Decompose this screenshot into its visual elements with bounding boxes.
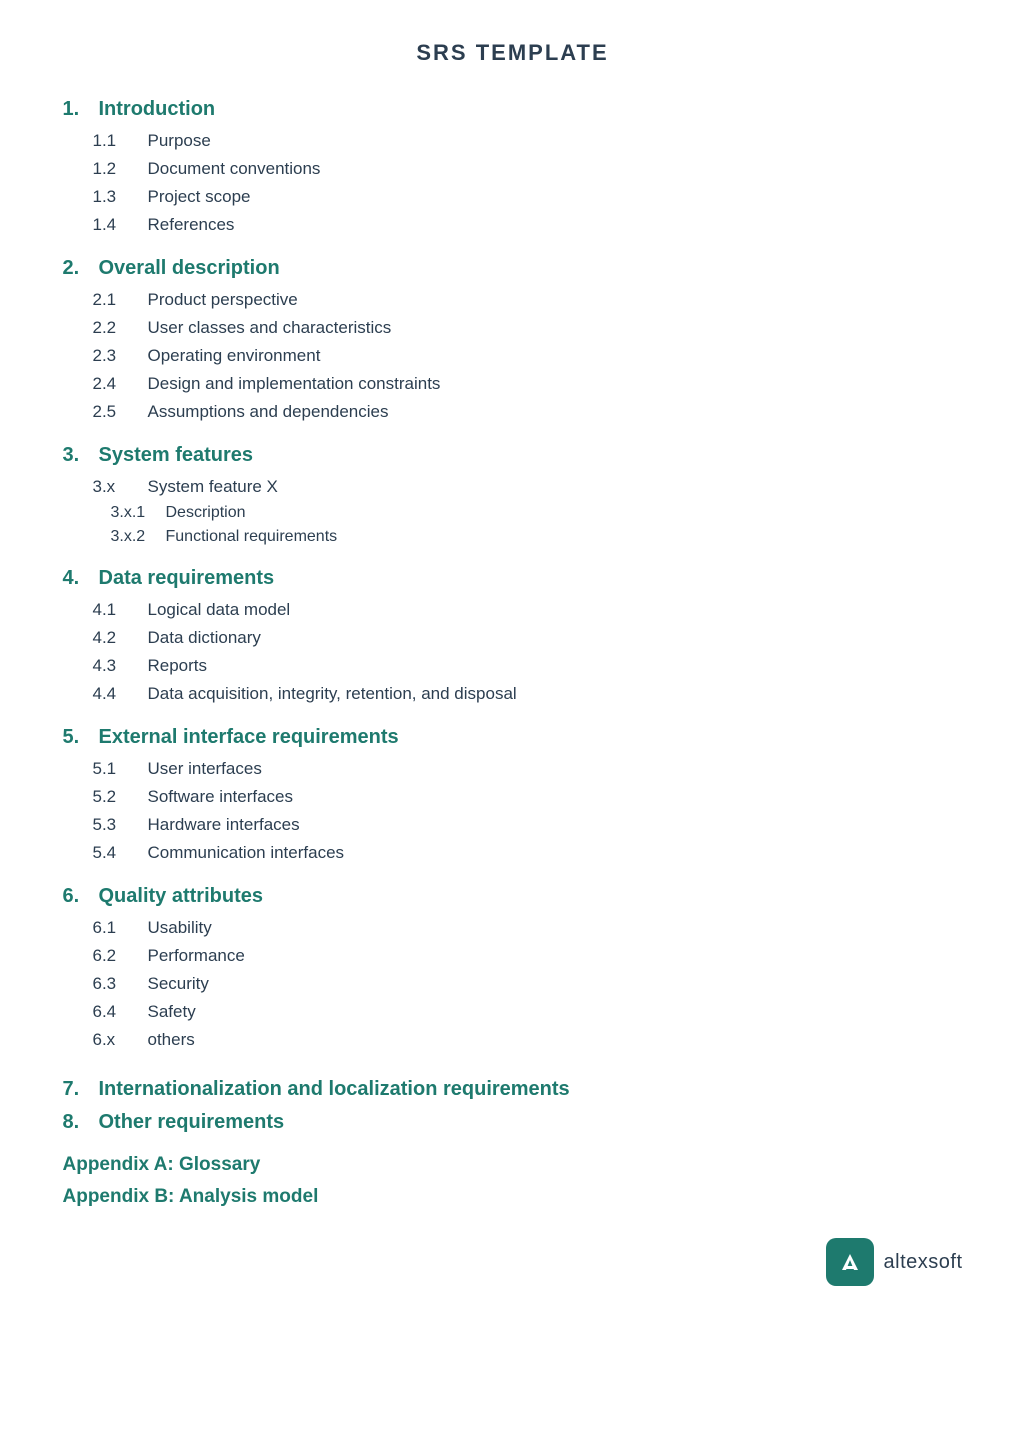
section-6-label: Quality attributes: [99, 885, 263, 908]
subsection-1-4: 1.4 References: [93, 211, 963, 239]
subsection-4-2: 4.2 Data dictionary: [93, 624, 963, 652]
subsection-4-4: 4.4 Data acquisition, integrity, retenti…: [93, 680, 963, 708]
subsection-6-x: 6.x others: [93, 1026, 963, 1054]
subsection-5-2: 5.2 Software interfaces: [93, 783, 963, 811]
subsection-4-3: 4.3 Reports: [93, 652, 963, 680]
subsection-2-3: 2.3 Operating environment: [93, 342, 963, 370]
section-1-number: 1.: [63, 98, 93, 121]
section-3: 3. System features 3.x System feature X …: [63, 444, 963, 549]
subsection-1-3: 1.3 Project scope: [93, 183, 963, 211]
section-1: 1. Introduction 1.1 Purpose 1.2 Document…: [63, 98, 963, 239]
section-2-label: Overall description: [99, 257, 280, 280]
section-8: 8. Other requirements: [63, 1111, 963, 1134]
section-7-number: 7.: [63, 1078, 93, 1101]
subsection-6-1: 6.1 Usability: [93, 914, 963, 942]
subsubsection-3-x-1: 3.x.1 Description: [111, 501, 963, 525]
section-4: 4. Data requirements 4.1 Logical data mo…: [63, 567, 963, 708]
subsection-1-2: 1.2 Document conventions: [93, 155, 963, 183]
subsection-2-2: 2.2 User classes and characteristics: [93, 314, 963, 342]
section-2-number: 2.: [63, 257, 93, 280]
section-3-number: 3.: [63, 444, 93, 467]
subsection-5-3: 5.3 Hardware interfaces: [93, 811, 963, 839]
subsection-5-4: 5.4 Communication interfaces: [93, 839, 963, 867]
section-5-label: External interface requirements: [99, 726, 399, 749]
section-7: 7. Internationalization and localization…: [63, 1078, 963, 1101]
subsection-5-1: 5.1 User interfaces: [93, 755, 963, 783]
subsection-2-5: 2.5 Assumptions and dependencies: [93, 398, 963, 426]
section-8-label: Other requirements: [99, 1111, 285, 1134]
appendix-a: Appendix A: Glossary: [63, 1154, 963, 1176]
appendices: Appendix A: Glossary Appendix B: Analysi…: [63, 1154, 963, 1208]
altexsoft-logo-icon: [826, 1238, 874, 1286]
subsubsection-3-x-2: 3.x.2 Functional requirements: [111, 525, 963, 549]
section-4-number: 4.: [63, 567, 93, 590]
section-4-label: Data requirements: [99, 567, 275, 590]
subsection-4-1: 4.1 Logical data model: [93, 596, 963, 624]
subsection-6-3: 6.3 Security: [93, 970, 963, 998]
section-6-number: 6.: [63, 885, 93, 908]
page-title: SRS TEMPLATE: [63, 40, 963, 66]
section-5-number: 5.: [63, 726, 93, 749]
section-2: 2. Overall description 2.1 Product persp…: [63, 257, 963, 426]
footer: altexsoft: [63, 1238, 963, 1286]
section-6: 6. Quality attributes 6.1 Usability 6.2 …: [63, 885, 963, 1054]
section-3-label: System features: [99, 444, 254, 467]
subsection-1-1: 1.1 Purpose: [93, 127, 963, 155]
subsection-2-1: 2.1 Product perspective: [93, 286, 963, 314]
section-5: 5. External interface requirements 5.1 U…: [63, 726, 963, 867]
appendix-b: Appendix B: Analysis model: [63, 1186, 963, 1208]
subsection-6-4: 6.4 Safety: [93, 998, 963, 1026]
logo-container: altexsoft: [826, 1238, 963, 1286]
section-8-number: 8.: [63, 1111, 93, 1134]
subsection-3-x: 3.x System feature X: [93, 473, 963, 501]
logo-text: altexsoft: [884, 1251, 963, 1274]
section-1-label: Introduction: [99, 98, 216, 121]
subsection-2-4: 2.4 Design and implementation constraint…: [93, 370, 963, 398]
subsection-6-2: 6.2 Performance: [93, 942, 963, 970]
section-7-label: Internationalization and localization re…: [99, 1078, 570, 1101]
